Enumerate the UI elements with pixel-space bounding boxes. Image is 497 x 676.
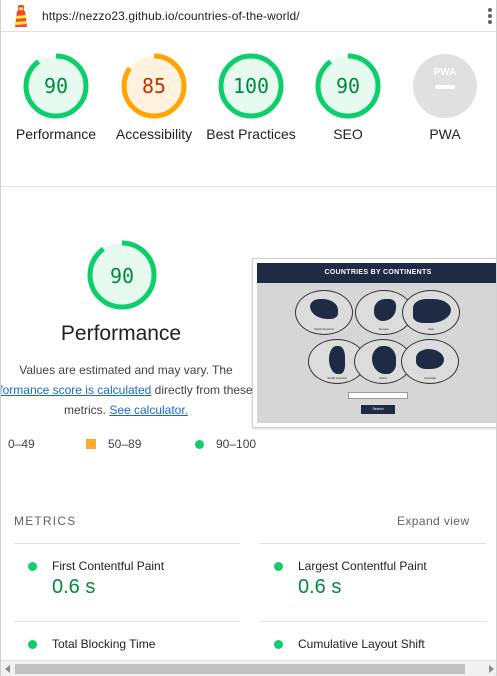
legend-average: 50–89 (86, 437, 141, 451)
gauge-score: 85 (142, 74, 166, 98)
metric-name: Cumulative Layout Shift (298, 637, 425, 651)
metric-divider (14, 543, 240, 544)
continent-asia: Asia (402, 290, 460, 335)
accessibility-gauge-ring: 85 (121, 53, 187, 119)
gauge-seo[interactable]: 90 SEO (303, 52, 393, 144)
seo-gauge-ring: 90 (315, 53, 381, 119)
gauge-score: 90 (44, 74, 68, 98)
kebab-menu-icon[interactable] (486, 8, 494, 26)
performance-gauge-ring: 90 (23, 53, 89, 119)
legend-average-range: 50–89 (108, 437, 142, 451)
gauge-label: Performance (15, 126, 97, 142)
see-calculator-link[interactable]: See calculator. (109, 403, 188, 417)
horizontal-scrollbar[interactable] (1, 660, 496, 676)
description-text: directly from these (151, 383, 253, 397)
legend-fail: 0–49 (8, 437, 35, 451)
metric-value: 0.6 s (52, 576, 96, 598)
gauge-label: SEO (333, 126, 363, 142)
scroll-right-icon[interactable] (489, 665, 494, 673)
metric-divider (260, 621, 486, 622)
performance-description: Values are estimated and may vary. The f… (1, 360, 261, 420)
metric-name: First Contentful Paint (52, 559, 165, 573)
report-url: https://nezzo23.github.io/countries-of-t… (42, 9, 300, 23)
metric-name: Total Blocking Time (52, 637, 156, 651)
final-screenshot[interactable]: COUNTRIES BY CONTINENTS North America Eu… (252, 258, 496, 428)
score-calculation-link[interactable]: formance score is calculated (1, 383, 151, 397)
description-text: metrics. (63, 403, 106, 417)
gauge-label: PWA (429, 126, 461, 142)
legend-pass-range: 90–100 (216, 437, 257, 451)
scrollbar-thumb[interactable] (15, 664, 465, 674)
section-divider (1, 186, 496, 187)
performance-score: 90 (110, 264, 134, 288)
performance-score-gauge: 90 (87, 240, 157, 310)
metric-name: Largest Contentful Paint (298, 559, 427, 573)
scroll-left-icon[interactable] (5, 665, 10, 673)
best-practices-gauge-ring: 100 (218, 53, 284, 119)
pwa-badge-icon: PWA (413, 54, 477, 118)
screenshot-image: COUNTRIES BY CONTINENTS North America Eu… (257, 263, 496, 423)
screenshot-search-button: Search (361, 405, 395, 414)
continent-north-america: North America (295, 290, 353, 335)
report-topbar: https://nezzo23.github.io/countries-of-t… (1, 0, 496, 32)
pass-circle-icon (28, 640, 37, 649)
lighthouse-icon (15, 5, 27, 27)
legend-fail-range: 0–49 (8, 437, 35, 451)
gauge-label: Accessibility (115, 126, 193, 142)
gauge-performance[interactable]: 90 Performance (11, 52, 101, 144)
pwa-badge-text: PWA (434, 67, 457, 78)
gauge-accessibility[interactable]: 85 Accessibility (109, 52, 199, 144)
pass-circle-icon (195, 440, 204, 449)
continent-australia: Australia (401, 339, 459, 384)
performance-title: Performance (60, 322, 182, 345)
metrics-heading: METRICS (14, 514, 77, 528)
lighthouse-report: https://nezzo23.github.io/countries-of-t… (0, 0, 497, 676)
gauge-label: Best Practices (206, 126, 296, 142)
pass-circle-icon (274, 562, 283, 571)
screenshot-header: COUNTRIES BY CONTINENTS (257, 263, 496, 283)
metric-value: 0.6 s (298, 576, 342, 598)
metric-divider (260, 543, 486, 544)
expand-view-toggle[interactable]: Expand view (397, 514, 469, 528)
gauge-pwa[interactable]: PWA PWA (400, 52, 490, 144)
pass-circle-icon (274, 640, 283, 649)
screenshot-search-input (348, 392, 408, 399)
pass-circle-icon (28, 562, 37, 571)
metric-divider (14, 621, 240, 622)
gauge-score: 100 (233, 74, 269, 98)
gauge-best-practices[interactable]: 100 Best Practices (206, 52, 296, 144)
average-square-icon (86, 439, 96, 449)
gauge-score: 90 (336, 74, 360, 98)
description-text: Values are estimated and may vary. The (19, 363, 233, 377)
legend-pass: 90–100 (195, 437, 256, 451)
